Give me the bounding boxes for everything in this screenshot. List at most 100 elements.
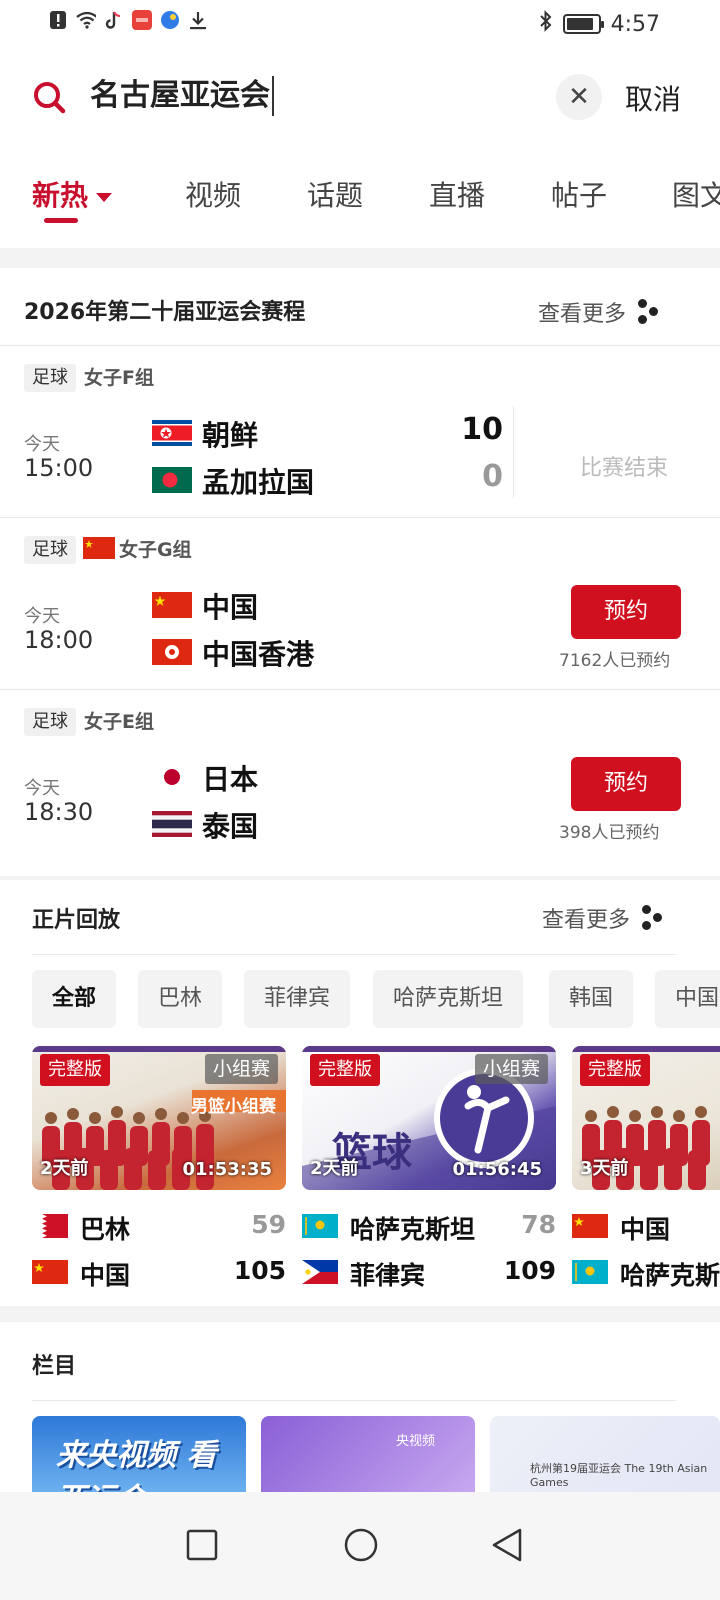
result-score2: 105 [233,1256,286,1285]
group-label: 女子F组 [84,367,154,389]
filter-chip[interactable]: 哈萨克斯坦 [373,970,524,1028]
video-thumbnail[interactable]: 男篮小组赛 完整版 小组赛 2天前 01:53:35 [32,1046,286,1190]
video-duration: 01:53:35 [182,1159,272,1180]
search-icon[interactable] [32,80,66,114]
full-version-badge: 完整版 [580,1054,650,1086]
match-time: 15:00 [24,454,94,482]
bluetooth-icon [539,10,553,38]
recents-icon[interactable] [177,1520,227,1570]
tab-topic[interactable]: 话题 [307,174,363,214]
match-row[interactable]: 足球 女子G组 今天 18:00 中国 中国香港 预约 7162人已预约 [0,518,720,689]
column-tile[interactable]: 杭州第19届亚运会 The 19th Asian Games [490,1416,720,1496]
status-icons-right: 4:57 [539,10,660,38]
result-team1: 哈萨克斯坦 [350,1215,476,1244]
match-day: 今天 [24,778,60,799]
flag-china-icon [83,537,115,559]
replay-more-link[interactable]: 查看更多 [542,902,664,934]
flag-china-icon [152,592,192,618]
column-tile-text: 来央视频 看亚运会 [56,1438,217,1496]
team1-score: 10 [461,412,503,447]
team2-name: 泰国 [202,810,259,843]
match-row[interactable]: 足球 女子F组 今天 15:00 朝鲜 孟加拉国 10 0 比赛结束 [0,346,720,517]
app-screen: 4:57 名古屋亚运会 ✕ 取消 新热 视频 话题 直播 帖子 图文 2026年… [0,0,720,1600]
column-tile-text: 杭州第19届亚运会 The 19th Asian Games [530,1462,708,1489]
flag-thailand-icon [152,811,192,837]
more-label: 查看更多 [542,908,631,933]
filter-chip-all[interactable]: 全部 [32,970,117,1028]
match-row[interactable]: 足球 女子E组 今天 18:30 日本 泰国 预约 398人已预约 [0,690,720,861]
flag-philippines-icon [302,1260,338,1284]
full-version-badge: 完整版 [310,1054,380,1086]
column-tile-text: 央视频 [395,1434,435,1449]
full-version-badge: 完整版 [40,1054,110,1086]
video-age: 2天前 [40,1158,89,1179]
result-team2: 中国 [80,1261,131,1290]
flag-china-icon [32,1260,68,1284]
alert-icon [48,10,68,30]
replay-card: 正片回放 查看更多 全部 巴林 菲律宾 哈萨克斯坦 韩国 中国 男篮小组赛 完整… [0,880,720,1306]
tab-xinre[interactable]: 新热 [32,174,113,214]
schedule-more-link[interactable]: 查看更多 [538,296,660,328]
wifi-icon [76,10,96,30]
system-nav-bar [0,1492,720,1600]
more-label: 查看更多 [538,302,627,327]
tab-video[interactable]: 视频 [185,174,241,214]
filter-chip[interactable]: 中国 [655,970,720,1028]
result-team1: 中国 [620,1215,671,1244]
tiktok-icon [104,10,124,30]
video-age: 2天前 [310,1158,359,1179]
result-team2: 哈萨克斯坦 [620,1261,720,1290]
clear-search-button[interactable]: ✕ [556,74,602,120]
back-icon[interactable] [482,1520,532,1570]
result-score2: 109 [503,1256,556,1285]
columns-title: 栏目 [32,1354,77,1379]
schedule-card: 2026年第二十届亚运会赛程 查看更多 足球 女子F组 今天 15:00 朝鲜 … [0,268,720,876]
status-bar: 4:57 [0,0,720,44]
group-label: 女子E组 [84,711,154,733]
video-thumbnail[interactable]: 完整版 3天前 [572,1046,720,1190]
flag-kazakhstan-icon [572,1260,608,1284]
tab-posts[interactable]: 帖子 [551,174,607,214]
video-banner: 男篮小组赛 [191,1097,276,1117]
filter-chip[interactable]: 菲律宾 [244,970,351,1028]
tab-live[interactable]: 直播 [429,174,485,214]
reserve-count: 398人已预约 [559,823,660,843]
divider [32,1400,676,1401]
team2-score: 0 [482,459,503,494]
column-tile[interactable]: 来央视频 看亚运会 [32,1416,246,1496]
match-time: 18:00 [24,626,94,654]
dropdown-arrow-icon [96,192,113,202]
filter-chip[interactable]: 巴林 [138,970,223,1028]
flag-north-korea-icon [152,420,192,446]
app-red-icon [132,10,152,30]
flag-china-icon [572,1214,608,1238]
match-time: 18:30 [24,798,94,826]
more-arrow-icon [642,905,664,931]
more-arrow-icon [638,299,660,325]
video-type-badge: 小组赛 [204,1054,278,1084]
team2-name: 孟加拉国 [202,466,315,499]
filter-chip[interactable]: 韩国 [549,970,634,1028]
home-icon[interactable] [336,1520,386,1570]
flag-japan-icon [152,764,192,790]
team1-name: 日本 [202,763,259,796]
browser-icon [160,10,180,30]
status-time: 4:57 [610,11,660,37]
result-team1: 巴林 [80,1215,131,1244]
reserve-button[interactable]: 预约 [571,585,681,639]
tab-articles[interactable]: 图文 [672,174,720,214]
divider [32,954,676,955]
result-score1: 59 [251,1210,286,1239]
cancel-button[interactable]: 取消 [625,78,681,118]
search-tabs: 新热 视频 话题 直播 帖子 图文 [0,156,720,248]
search-input[interactable]: 名古屋亚运会 [90,76,274,116]
column-tile[interactable]: 央视频 [261,1416,475,1496]
result-score1: 78 [521,1210,556,1239]
match-day: 今天 [24,606,60,627]
sport-tag: 足球 [24,364,76,392]
reserve-button[interactable]: 预约 [571,757,681,811]
team2-name: 中国香港 [202,638,315,671]
replay-title: 正片回放 [32,908,121,933]
team1-name: 中国 [202,591,259,624]
video-thumbnail[interactable]: 篮球 完整版 小组赛 2天前 01:56:45 [302,1046,556,1190]
